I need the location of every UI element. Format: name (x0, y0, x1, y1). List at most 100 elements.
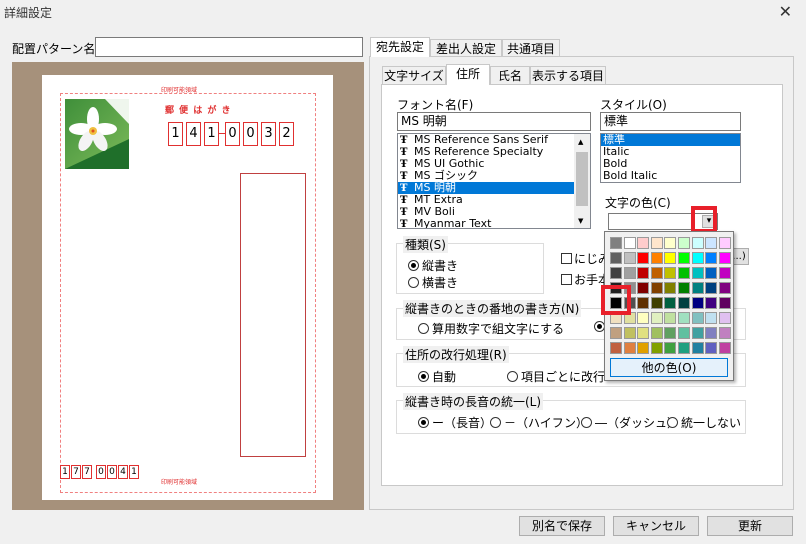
radio-vertical[interactable]: 縦書き (408, 257, 458, 274)
color-swatch[interactable] (678, 252, 690, 264)
tab-address[interactable]: 住所 (446, 64, 490, 85)
color-swatch[interactable] (650, 237, 663, 249)
color-swatch[interactable] (718, 312, 731, 324)
color-swatch[interactable] (705, 327, 718, 339)
layout-pattern-input[interactable] (95, 37, 363, 57)
color-swatch[interactable] (678, 267, 690, 279)
color-swatch[interactable] (678, 312, 690, 324)
scroll-thumb[interactable] (576, 152, 588, 206)
color-swatch[interactable] (637, 297, 650, 309)
color-swatch[interactable] (610, 342, 622, 354)
color-swatch[interactable] (691, 327, 704, 339)
color-swatch[interactable] (623, 267, 636, 279)
tab-common-items[interactable]: 共通項目 (502, 39, 560, 57)
color-swatch[interactable] (664, 342, 677, 354)
color-swatch[interactable] (691, 252, 704, 264)
font-list-scrollbar[interactable]: ▲ ▼ (574, 134, 590, 228)
color-swatch[interactable] (718, 297, 731, 309)
color-swatch[interactable] (691, 297, 704, 309)
color-swatch[interactable] (705, 282, 718, 294)
tab-name[interactable]: 氏名 (490, 66, 530, 84)
color-swatch[interactable] (623, 327, 636, 339)
color-swatch[interactable] (637, 312, 650, 324)
color-swatch[interactable] (650, 312, 663, 324)
tab-sender-settings[interactable]: 差出人設定 (430, 39, 502, 57)
color-swatch[interactable] (718, 342, 731, 354)
color-swatch[interactable] (664, 327, 677, 339)
color-swatch[interactable] (664, 267, 677, 279)
tab-display-items[interactable]: 表示する項目 (530, 66, 606, 84)
color-swatch[interactable] (637, 327, 650, 339)
color-swatch[interactable] (650, 252, 663, 264)
radio-dash[interactable]: ―（ダッシュ） (581, 414, 679, 431)
font-input[interactable]: MS 明朝 (397, 112, 591, 131)
color-swatch[interactable] (705, 252, 718, 264)
color-swatch[interactable] (718, 327, 731, 339)
color-swatch[interactable] (650, 297, 663, 309)
list-item[interactable]: Ŧ Myanmar Text (398, 218, 574, 229)
radio-no-unify[interactable]: 統一しない (667, 414, 741, 431)
color-swatch[interactable] (637, 267, 650, 279)
color-swatch[interactable] (705, 342, 718, 354)
radio-hyphen[interactable]: －（ハイフン） (490, 414, 588, 431)
color-swatch[interactable] (678, 282, 690, 294)
color-swatch[interactable] (691, 312, 704, 324)
color-swatch[interactable] (691, 267, 704, 279)
color-swatch[interactable] (705, 297, 718, 309)
color-swatch[interactable] (664, 252, 677, 264)
other-colors-button[interactable]: 他の色(O) (610, 358, 728, 377)
color-swatch[interactable] (623, 342, 636, 354)
font-list[interactable]: Ŧ MS Reference Sans Serif Ŧ MS Reference S… (397, 133, 591, 229)
color-swatch[interactable] (705, 237, 718, 249)
color-swatch[interactable] (705, 267, 718, 279)
color-swatch[interactable] (678, 327, 690, 339)
color-swatch[interactable] (678, 237, 690, 249)
color-swatch[interactable] (610, 267, 622, 279)
color-swatch[interactable] (691, 282, 704, 294)
color-swatch[interactable] (691, 342, 704, 354)
radio-arabic-numerals[interactable]: 算用数字で組文字にする (418, 320, 564, 337)
color-swatch[interactable] (691, 237, 704, 249)
color-swatch[interactable] (637, 237, 650, 249)
save-as-button[interactable]: 別名で保存 (519, 516, 605, 536)
style-input[interactable]: 標準 (600, 112, 741, 131)
color-swatch[interactable] (610, 252, 622, 264)
color-swatch[interactable] (650, 267, 663, 279)
close-icon[interactable]: ✕ (779, 2, 792, 21)
color-swatch[interactable] (664, 297, 677, 309)
radio-per-item[interactable]: 項目ごとに改行 (507, 368, 605, 385)
style-list[interactable]: 標準 Italic Bold Bold Italic (600, 133, 741, 183)
checkbox-blur[interactable]: にじみ (561, 250, 610, 267)
color-swatch[interactable] (623, 237, 636, 249)
color-swatch[interactable] (664, 312, 677, 324)
color-swatch[interactable] (650, 282, 663, 294)
address-box[interactable] (240, 173, 306, 457)
color-swatch[interactable] (637, 282, 650, 294)
color-swatch[interactable] (610, 327, 622, 339)
color-swatch[interactable] (637, 342, 650, 354)
color-swatch[interactable] (718, 267, 731, 279)
color-swatch[interactable] (678, 342, 690, 354)
color-swatch[interactable] (664, 237, 677, 249)
cancel-button[interactable]: キャンセル (613, 516, 699, 536)
list-item[interactable]: Bold Italic (601, 170, 740, 182)
color-swatch[interactable] (650, 327, 663, 339)
radio-auto[interactable]: 自動 (418, 368, 456, 385)
update-button[interactable]: 更新 (707, 516, 793, 536)
color-swatch[interactable] (718, 282, 731, 294)
color-swatch[interactable] (718, 252, 731, 264)
tab-recipient-settings[interactable]: 宛先設定 (370, 37, 430, 57)
color-swatch[interactable] (718, 237, 731, 249)
color-swatch[interactable] (678, 297, 690, 309)
color-swatch[interactable] (705, 312, 718, 324)
color-swatch[interactable] (650, 342, 663, 354)
radio-horizontal[interactable]: 横書き (408, 274, 458, 291)
scroll-down-icon[interactable]: ▼ (578, 217, 583, 225)
color-swatch[interactable] (664, 282, 677, 294)
color-swatch[interactable] (623, 252, 636, 264)
radio-long-vowel[interactable]: ー（長音） (418, 414, 492, 431)
color-swatch[interactable] (637, 252, 650, 264)
scroll-up-icon[interactable]: ▲ (578, 138, 583, 146)
color-swatch[interactable] (610, 237, 622, 249)
tab-font-size[interactable]: 文字サイズ (382, 66, 446, 84)
